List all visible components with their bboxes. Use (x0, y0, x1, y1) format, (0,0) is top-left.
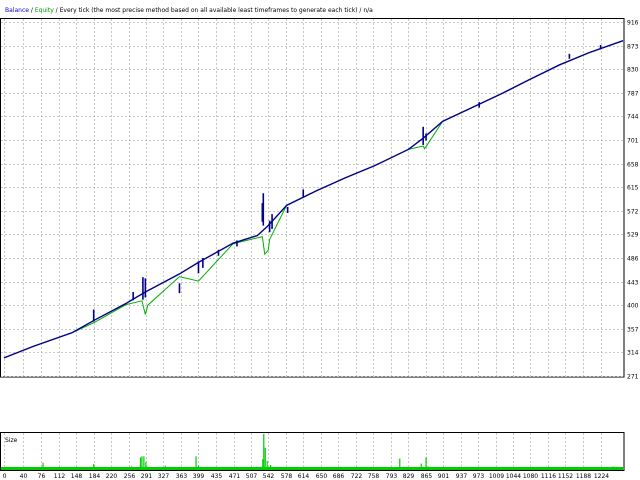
y-tick-label: 615 (627, 185, 639, 192)
x-tick-label: 40 (20, 473, 28, 480)
y-tick-label: 400 (627, 303, 639, 310)
size-bar (263, 434, 265, 470)
x-tick-label: 184 (89, 473, 101, 480)
y-tick-label: 701 (627, 138, 639, 145)
size-bar (145, 462, 147, 470)
size-bar (197, 465, 200, 470)
size-bar (539, 468, 541, 470)
quality-value: n/a (363, 7, 373, 14)
size-bar (93, 463, 95, 470)
size-bar (195, 456, 197, 470)
size-panel-title: Size (5, 437, 18, 444)
size-bar (612, 466, 614, 470)
x-tick-label: 256 (124, 473, 136, 480)
size-bar (270, 464, 272, 470)
size-bar (42, 462, 44, 470)
size-bar (141, 456, 143, 470)
x-tick-label: 937 (456, 473, 468, 480)
y-tick-label: 271 (627, 374, 639, 381)
size-bar (490, 467, 493, 470)
y-tick-label: 873 (627, 44, 639, 51)
y-tick-label: 357 (627, 327, 639, 334)
x-tick-label: 507 (246, 473, 258, 480)
y-tick-label: 830 (627, 67, 639, 74)
x-tick-label: 901 (438, 473, 450, 480)
x-tick-label: 76 (38, 473, 46, 480)
x-tick-label: 435 (211, 473, 223, 480)
x-tick-label: 327 (158, 473, 170, 480)
size-bar (427, 466, 429, 470)
size-bar (302, 467, 304, 470)
x-tick-label: 793 (386, 473, 398, 480)
x-tick-label: 865 (421, 473, 433, 480)
x-tick-label: 1188 (576, 473, 591, 480)
x-tick-label: 148 (71, 473, 83, 480)
y-tick-label: 787 (627, 91, 639, 98)
chart-header: Balance / Equity / Every tick (the most … (5, 7, 373, 14)
x-tick-label: 399 (193, 473, 205, 480)
size-bar (164, 465, 166, 470)
y-tick-label: 443 (627, 280, 639, 287)
x-tick-label: 112 (54, 473, 66, 480)
x-tick-label: 0 (3, 473, 7, 480)
y-tick-label: 529 (627, 232, 639, 239)
x-tick-label: 1044 (506, 473, 521, 480)
y-tick-label: 572 (627, 209, 639, 216)
x-tick-label: 1009 (489, 473, 504, 480)
y-tick-label: 486 (627, 256, 639, 263)
y-tick-label: 744 (627, 114, 639, 121)
x-tick-label: 220 (106, 473, 118, 480)
size-bar (275, 467, 277, 470)
x-tick-label: 973 (473, 473, 485, 480)
x-tick-label: 686 (333, 473, 345, 480)
size-bar (143, 456, 145, 470)
size-bar (131, 466, 133, 470)
size-bar (399, 458, 401, 470)
y-tick-label: 658 (627, 162, 639, 169)
size-bar (425, 457, 427, 470)
size-bar (568, 467, 570, 470)
x-tick-label: 471 (229, 473, 241, 480)
x-tick-label: 1116 (541, 473, 556, 480)
x-tick-label: 1080 (523, 473, 538, 480)
x-tick-label: 291 (141, 473, 153, 480)
x-tick-label: 758 (368, 473, 380, 480)
x-tick-label: 363 (176, 473, 188, 480)
y-tick-label: 916 (627, 20, 639, 27)
x-tick-label: 614 (298, 473, 310, 480)
x-tick-label: 650 (316, 473, 328, 480)
x-tick-label: 542 (263, 473, 275, 480)
size-bar (264, 447, 266, 470)
test-description: Every tick (the most precise method base… (60, 7, 358, 14)
equity-legend: Equity (35, 7, 54, 14)
size-bar (420, 463, 422, 470)
x-tick-label: 1152 (558, 473, 573, 480)
x-tick-label: 722 (351, 473, 363, 480)
x-tick-label: 1224 (594, 473, 609, 480)
size-bar (178, 467, 181, 470)
size-baseline (1, 467, 623, 470)
x-tick-label: 578 (281, 473, 293, 480)
balance-legend: Balance (5, 7, 29, 14)
size-bar (266, 461, 268, 470)
x-tick-label: 829 (403, 473, 415, 480)
chart-canvas: Balance / Equity / Every tick (the most … (0, 0, 640, 480)
y-tick-label: 314 (627, 350, 639, 357)
size-bar (459, 467, 461, 470)
size-bar (217, 467, 220, 470)
size-bar (325, 467, 327, 470)
size-bar (139, 457, 142, 470)
size-bar (149, 467, 151, 470)
backtest-chart: Balance / Equity / Every tick (the most … (0, 0, 640, 480)
